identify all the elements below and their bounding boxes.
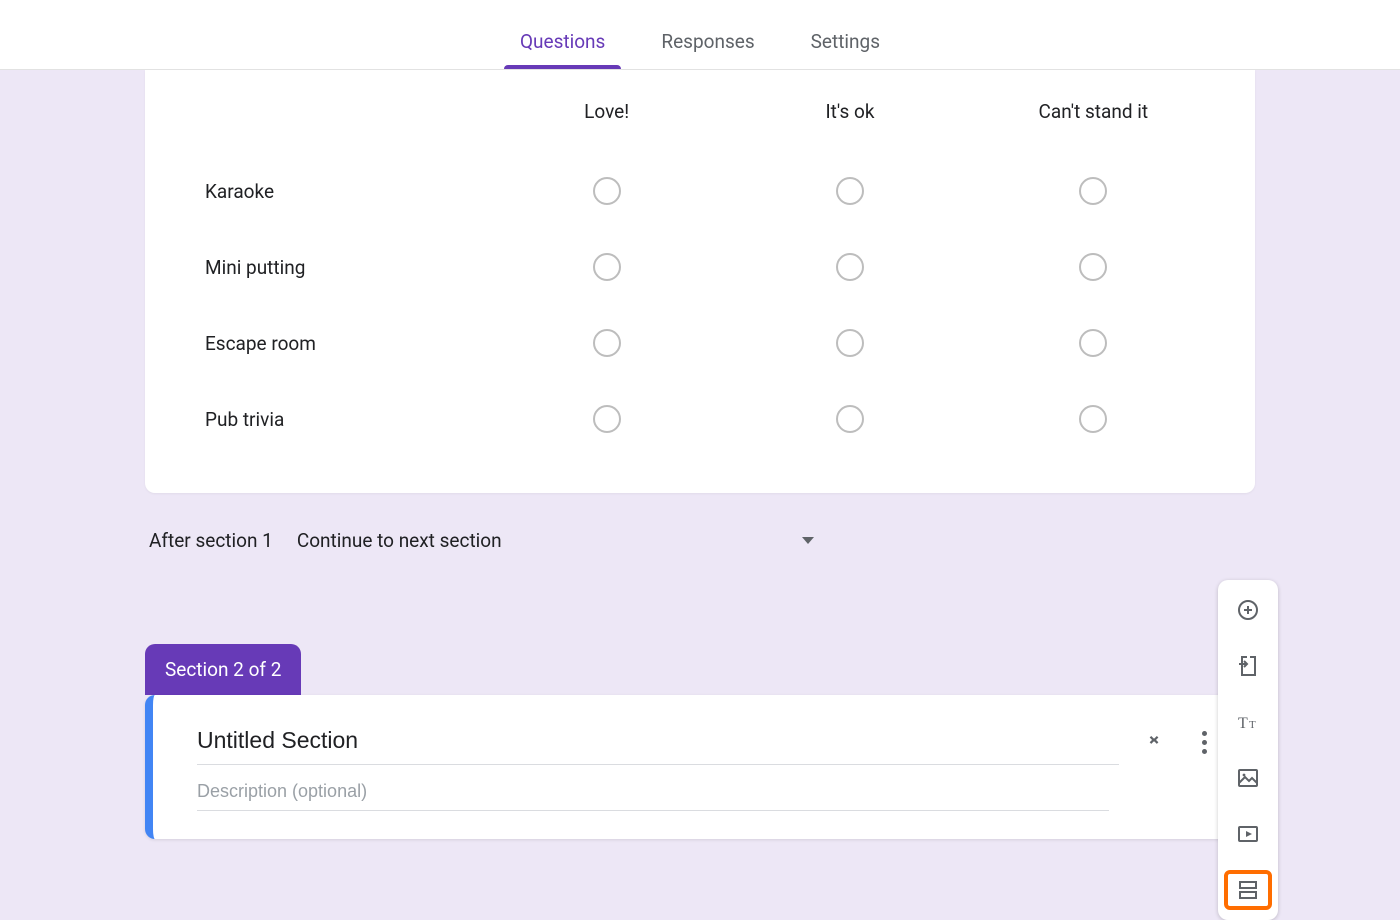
collapse-icon: ⌄⌃ bbox=[1146, 731, 1161, 753]
grid-row-label: Karaoke bbox=[205, 156, 485, 227]
grid-column-header: Can't stand it bbox=[972, 100, 1215, 153]
grid-column-header: It's ok bbox=[728, 100, 971, 153]
grid-row-label: Mini putting bbox=[205, 232, 485, 303]
after-section-row: After section 1 Continue to next section bbox=[145, 529, 1255, 552]
radio-option[interactable] bbox=[593, 329, 621, 357]
more-vert-icon bbox=[1202, 731, 1207, 754]
grid-row-label: Pub trivia bbox=[205, 384, 485, 455]
radio-option[interactable] bbox=[836, 405, 864, 433]
tab-settings[interactable]: Settings bbox=[803, 30, 888, 69]
tab-responses[interactable]: Responses bbox=[653, 30, 762, 69]
grid-row-label: Escape room bbox=[205, 308, 485, 379]
section-chip: Section 2 of 2 bbox=[145, 644, 301, 695]
radio-option[interactable] bbox=[593, 177, 621, 205]
import-questions-button[interactable] bbox=[1226, 648, 1270, 684]
multiple-choice-grid-card: Love! It's ok Can't stand it Karaoke Min… bbox=[145, 70, 1255, 493]
radio-option[interactable] bbox=[1079, 329, 1107, 357]
tab-bar: Questions Responses Settings bbox=[0, 0, 1400, 70]
after-section-dropdown[interactable]: Continue to next section bbox=[297, 529, 814, 552]
section-title-input[interactable] bbox=[197, 719, 1119, 765]
video-icon bbox=[1236, 822, 1260, 846]
after-section-action: Continue to next section bbox=[297, 529, 502, 552]
add-question-button[interactable] bbox=[1226, 592, 1270, 628]
floating-toolbar: TT bbox=[1218, 580, 1278, 920]
collapse-section-button[interactable]: ⌄⌃ bbox=[1139, 727, 1169, 757]
text-icon: TT bbox=[1236, 710, 1260, 734]
add-image-button[interactable] bbox=[1226, 760, 1270, 796]
svg-text:T: T bbox=[1249, 719, 1256, 731]
import-icon bbox=[1236, 654, 1260, 678]
svg-text:T: T bbox=[1238, 715, 1248, 732]
add-video-button[interactable] bbox=[1226, 816, 1270, 852]
after-section-label: After section 1 bbox=[149, 529, 273, 552]
plus-circle-icon bbox=[1236, 598, 1260, 622]
section-card[interactable]: ⌄⌃ bbox=[145, 695, 1255, 839]
radio-option[interactable] bbox=[1079, 177, 1107, 205]
radio-option[interactable] bbox=[836, 177, 864, 205]
tab-questions[interactable]: Questions bbox=[512, 30, 613, 69]
image-icon bbox=[1236, 766, 1260, 790]
add-title-button[interactable]: TT bbox=[1226, 704, 1270, 740]
section-icon bbox=[1236, 878, 1260, 902]
radio-option[interactable] bbox=[1079, 253, 1107, 281]
radio-option[interactable] bbox=[836, 253, 864, 281]
caret-down-icon bbox=[802, 537, 814, 544]
add-section-button[interactable] bbox=[1226, 872, 1270, 908]
grid-column-header: Love! bbox=[485, 100, 728, 153]
radio-option[interactable] bbox=[836, 329, 864, 357]
radio-option[interactable] bbox=[593, 253, 621, 281]
radio-option[interactable] bbox=[593, 405, 621, 433]
section-description-input[interactable] bbox=[197, 765, 1109, 811]
radio-option[interactable] bbox=[1079, 405, 1107, 433]
section-overflow-button[interactable] bbox=[1189, 727, 1219, 757]
